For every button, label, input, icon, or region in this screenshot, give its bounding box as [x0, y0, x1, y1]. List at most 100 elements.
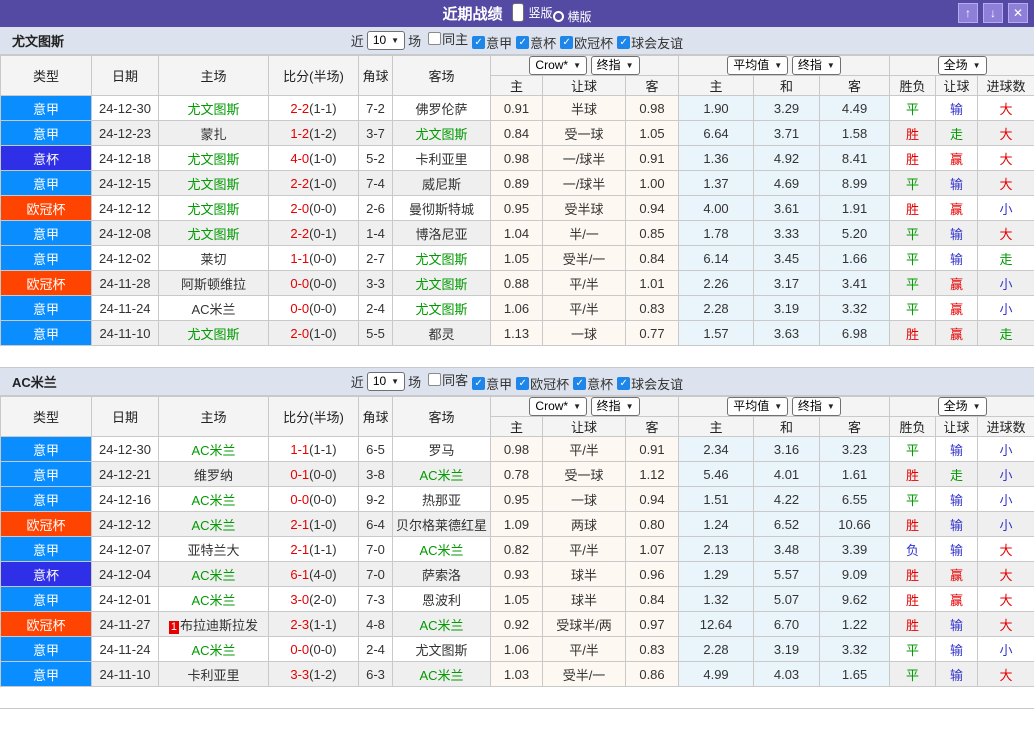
corners: 2-4 [359, 296, 393, 321]
move-down-button[interactable]: ↓ [983, 3, 1003, 23]
chevron-down-icon: ▼ [391, 32, 399, 49]
scope-group-header: 全场▼ [890, 56, 1034, 76]
halftime-score: (1-2) [309, 667, 336, 682]
result-goals: 走 [978, 246, 1034, 271]
result-goals: 大 [978, 171, 1034, 196]
home-odds: 0.88 [491, 271, 543, 296]
col-odd-home: 主 [491, 76, 543, 96]
col-corner: 角球 [359, 56, 393, 96]
score-cell: 3-3(1-2) [269, 662, 359, 687]
result-outcome: 平 [890, 96, 936, 121]
score-cell: 0-0(0-0) [269, 271, 359, 296]
odds-source-value: Crow* [535, 398, 568, 415]
chevron-down-icon: ▼ [973, 398, 981, 415]
away-odds: 0.91 [626, 437, 679, 462]
corners: 7-0 [359, 537, 393, 562]
away-team: 罗马 [393, 437, 491, 462]
filter-checkbox[interactable]: 意杯 [573, 374, 613, 393]
scope-select[interactable]: 全场 ▼ [938, 397, 987, 416]
filter-checkbox[interactable]: 意甲 [472, 33, 512, 52]
corners: 4-8 [359, 612, 393, 637]
odds-source-select[interactable]: Crow*▼ [529, 56, 587, 75]
col-date: 日期 [92, 397, 159, 437]
avg-win-odds: 2.26 [679, 271, 754, 296]
games-count-select[interactable]: 10▼ [367, 31, 405, 50]
filter-checkbox[interactable]: 同客 [428, 370, 468, 389]
odds-kind-select[interactable]: 终指▼ [591, 397, 640, 416]
checkbox-label: 意甲 [486, 33, 512, 52]
league-badge: 意甲 [1, 587, 92, 612]
away-team: AC米兰 [393, 537, 491, 562]
scope-select[interactable]: 全场▼ [938, 56, 987, 75]
avg-lose-odds: 9.62 [820, 587, 890, 612]
avg-select[interactable]: 平均值▼ [727, 397, 788, 416]
odds-source-select[interactable]: Crow* ▼ [529, 397, 587, 416]
handicap: 平/半 [543, 437, 626, 462]
home-odds: 0.91 [491, 96, 543, 121]
avg-kind-value: 终指 [798, 57, 822, 74]
avg-win-odds: 1.29 [679, 562, 754, 587]
home-team-name: 尤文图斯 [187, 152, 239, 167]
away-odds: 0.80 [626, 512, 679, 537]
corners: 7-0 [359, 562, 393, 587]
handicap: 两球 [543, 512, 626, 537]
result-handicap: 赢 [936, 146, 978, 171]
fulltime-score: 0-1 [290, 467, 309, 482]
col-corner: 角球 [359, 397, 393, 437]
filter-checkbox[interactable]: 同主 [428, 29, 468, 48]
checkbox-label: 意杯 [587, 374, 613, 393]
odds-kind-select[interactable]: 终指▼ [591, 56, 640, 75]
avg-win-odds: 1.37 [679, 171, 754, 196]
filter-checkbox[interactable]: 球会友谊 [617, 374, 683, 393]
filter-checkbox[interactable]: 欧冠杯 [560, 33, 613, 52]
score-cell: 2-1(1-0) [269, 512, 359, 537]
score-cell: 2-0(0-0) [269, 196, 359, 221]
result-goals: 小 [978, 271, 1034, 296]
filter-checkbox[interactable]: 意甲 [472, 374, 512, 393]
handicap: 平/半 [543, 271, 626, 296]
layout-radio[interactable]: 横版 [553, 8, 592, 25]
filter-checkbox[interactable]: 意杯 [516, 33, 556, 52]
result-goals: 大 [978, 121, 1034, 146]
halftime-score: (1-2) [309, 126, 336, 141]
away-team-name: AC米兰 [419, 543, 463, 558]
avg-win-odds: 1.78 [679, 221, 754, 246]
result-handicap: 赢 [936, 271, 978, 296]
scope-value: 全场 [944, 398, 968, 415]
result-outcome: 平 [890, 437, 936, 462]
table-row: 欧冠杯 24-11-28 阿斯顿维拉 0-0(0-0) 3-3 尤文图斯 0.8… [1, 271, 1034, 296]
page-title: 近期战绩 [442, 3, 502, 24]
home-team-name: AC米兰 [191, 593, 235, 608]
avg-draw-odds: 6.70 [754, 612, 820, 637]
score-cell: 2-0(1-0) [269, 321, 359, 346]
close-button[interactable]: ✕ [1008, 3, 1028, 23]
checkbox-icon [472, 377, 485, 390]
halftime-score: (0-1) [309, 226, 336, 241]
table-row: 意甲 24-12-21 维罗纳 0-1(0-0) 3-8 AC米兰 0.78 受… [1, 462, 1034, 487]
avg-lose-odds: 8.41 [820, 146, 890, 171]
score-cell: 4-0(1-0) [269, 146, 359, 171]
chevron-down-icon: ▼ [573, 398, 581, 415]
avg-kind-select[interactable]: 终指▼ [792, 397, 841, 416]
move-up-button[interactable]: ↑ [958, 3, 978, 23]
filter-checkbox[interactable]: 球会友谊 [617, 33, 683, 52]
result-goals: 小 [978, 637, 1034, 662]
avg-lose-odds: 3.32 [820, 296, 890, 321]
result-handicap: 赢 [936, 196, 978, 221]
down-arrow-icon: ↓ [990, 6, 996, 20]
layout-radio[interactable]: 竖版 [512, 3, 552, 22]
radio-icon [553, 11, 564, 22]
home-team: 阿斯顿维拉 [159, 271, 269, 296]
result-outcome: 平 [890, 487, 936, 512]
filter-checkbox[interactable]: 欧冠杯 [516, 374, 569, 393]
avg-kind-select[interactable]: 终指▼ [792, 56, 841, 75]
result-goals: 小 [978, 296, 1034, 321]
red-number-badge: 1 [169, 621, 179, 634]
milan-filter-checks: 同客意甲欧冠杯意杯球会友谊 [424, 370, 683, 393]
halftime-score: (0-0) [309, 301, 336, 316]
games-count-select[interactable]: 10▼ [367, 372, 405, 391]
result-outcome: 平 [890, 221, 936, 246]
result-handicap: 赢 [936, 321, 978, 346]
fulltime-score: 2-0 [290, 201, 309, 216]
avg-select[interactable]: 平均值▼ [727, 56, 788, 75]
